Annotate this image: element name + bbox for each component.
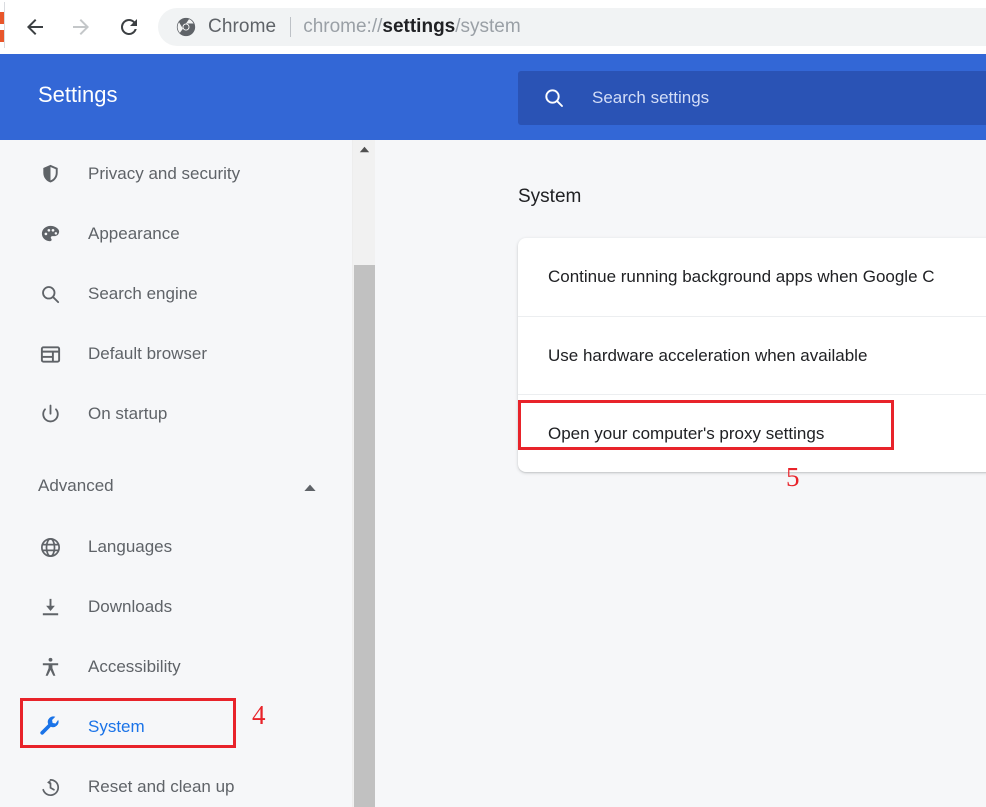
download-icon — [38, 595, 62, 619]
settings-content: System Continue running background apps … — [375, 140, 986, 807]
annotation-number-4: 4 — [252, 700, 266, 730]
search-icon — [38, 282, 62, 306]
arrow-right-icon — [69, 15, 93, 39]
tab-strip-edge[interactable] — [0, 2, 5, 48]
url-path: /system — [455, 16, 521, 37]
tab-accent-mark — [0, 12, 4, 24]
sidebar-item-label: System — [88, 717, 145, 736]
search-input-placeholder[interactable]: Search settings — [592, 88, 709, 108]
power-icon — [38, 402, 62, 426]
annotation-number-5: 5 — [786, 462, 800, 492]
sidebar-item-label: Languages — [88, 537, 173, 556]
sidebar-item-privacy-and-security[interactable]: Privacy and security — [0, 150, 352, 198]
section-heading: System — [518, 186, 582, 207]
sidebar-item-label: Search engine — [88, 284, 198, 303]
page-body: Privacy and security Appearance Search e… — [0, 140, 986, 807]
tab-accent-mark-lower — [0, 30, 4, 42]
page-title: Settings — [38, 82, 118, 107]
sidebar-item-accessibility[interactable]: Accessibility — [0, 643, 352, 691]
sidebar-item-label: Downloads — [88, 597, 173, 616]
wrench-icon — [38, 715, 62, 739]
setting-row-hardware-acceleration[interactable]: Use hardware acceleration when available — [518, 316, 986, 394]
setting-row-label: Continue running background apps when Go… — [548, 267, 935, 286]
sidebar-item-system[interactable]: System — [0, 703, 352, 751]
settings-header-bar: Settings Search settings — [0, 54, 986, 140]
sidebar-section-advanced[interactable]: Advanced — [0, 462, 352, 510]
back-button[interactable] — [16, 8, 54, 46]
scrollbar-up-arrow-button[interactable] — [353, 140, 376, 157]
chevron-up-icon[interactable] — [303, 480, 317, 498]
omnibox-brand-label: Chrome — [208, 16, 277, 37]
url-scheme: chrome:// — [303, 16, 383, 37]
settings-sidebar: Privacy and security Appearance Search e… — [0, 140, 352, 807]
screenshot-root: Chrome chrome://settings/system Settings… — [0, 0, 986, 807]
triangle-up-icon — [359, 140, 370, 158]
sidebar-item-appearance[interactable]: Appearance — [0, 210, 352, 258]
setting-row-proxy-settings[interactable]: Open your computer's proxy settings — [518, 394, 986, 472]
scrollbar-thumb[interactable] — [354, 265, 375, 807]
accessibility-icon — [38, 655, 62, 679]
address-bar[interactable]: Chrome chrome://settings/system — [158, 8, 986, 46]
reload-button[interactable] — [110, 8, 148, 46]
forward-button[interactable] — [62, 8, 100, 46]
sidebar-item-languages[interactable]: Languages — [0, 523, 352, 571]
system-settings-card: Continue running background apps when Go… — [518, 238, 986, 472]
history-icon — [38, 775, 62, 799]
sidebar-item-label: Privacy and security — [88, 164, 241, 183]
reload-icon — [117, 15, 141, 39]
sidebar-item-on-startup[interactable]: On startup — [0, 390, 352, 438]
sidebar-section-label: Advanced — [38, 476, 114, 495]
sidebar-item-downloads[interactable]: Downloads — [0, 583, 352, 631]
sidebar-item-label: Default browser — [88, 344, 208, 363]
url-host: settings — [382, 16, 456, 37]
palette-icon — [38, 222, 62, 246]
sidebar-item-label: Appearance — [88, 224, 180, 243]
sidebar-item-default-browser[interactable]: Default browser — [0, 330, 352, 378]
sidebar-item-label: Reset and clean up — [88, 777, 235, 796]
search-icon — [542, 86, 566, 110]
shield-icon — [38, 162, 62, 186]
omnibox-divider — [290, 17, 292, 37]
chrome-logo-icon — [176, 17, 196, 37]
sidebar-item-label: Accessibility — [88, 657, 181, 676]
search-settings-box[interactable]: Search settings — [518, 71, 986, 125]
setting-row-label: Open your computer's proxy settings — [548, 423, 825, 443]
omnibox-url: chrome://settings/system — [303, 16, 521, 38]
globe-icon — [38, 535, 62, 559]
arrow-left-icon — [23, 15, 47, 39]
browser-toolbar: Chrome chrome://settings/system — [0, 0, 986, 54]
browser-window-icon — [38, 342, 62, 366]
sidebar-item-search-engine[interactable]: Search engine — [0, 270, 352, 318]
sidebar-scrollbar[interactable] — [352, 140, 375, 807]
setting-row-label: Use hardware acceleration when available — [548, 345, 868, 365]
setting-row-background-apps[interactable]: Continue running background apps when Go… — [518, 238, 986, 316]
sidebar-item-reset-and-clean-up[interactable]: Reset and clean up — [0, 763, 352, 807]
sidebar-item-label: On startup — [88, 404, 168, 423]
